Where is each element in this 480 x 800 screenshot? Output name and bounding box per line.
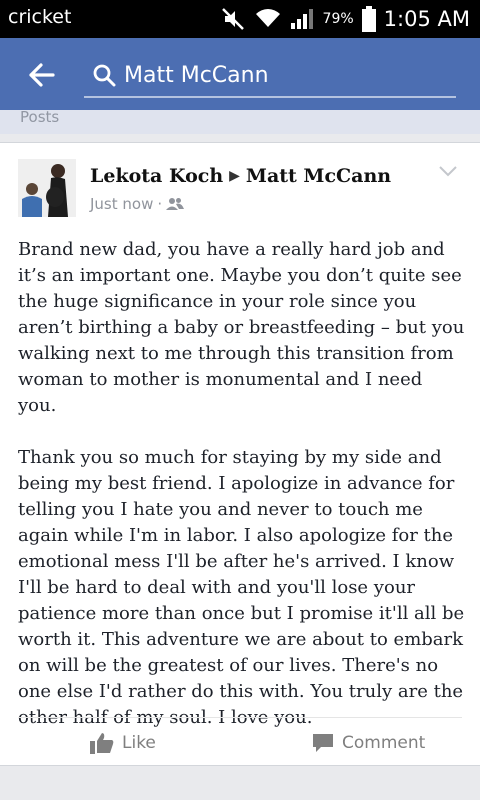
friends-icon — [166, 198, 185, 210]
meta-separator: · — [157, 195, 163, 213]
post-body: Brand new dad, you have a really hard jo… — [18, 237, 466, 757]
thumbs-up-icon — [90, 733, 114, 754]
back-button[interactable] — [26, 60, 56, 90]
search-bar[interactable] — [84, 54, 456, 98]
battery-icon — [361, 6, 376, 32]
section-label: Posts — [20, 108, 60, 126]
author-name[interactable]: Lekota Koch — [90, 165, 223, 187]
target-name[interactable]: Matt McCann — [246, 165, 391, 187]
divider — [18, 717, 462, 718]
post-meta: Just now · — [90, 195, 185, 213]
comment-button[interactable]: Comment — [312, 725, 425, 761]
search-input[interactable] — [124, 56, 444, 94]
section-header — [0, 110, 480, 134]
comment-icon — [313, 734, 333, 752]
next-post-placeholder — [0, 766, 480, 800]
app-bar — [0, 38, 480, 110]
post-paragraph: Brand new dad, you have a really hard jo… — [18, 239, 465, 416]
signal-icon — [290, 9, 313, 29]
post-author-line: Lekota Koch ▶ Matt McCann — [90, 165, 391, 187]
post-options-button[interactable] — [438, 163, 458, 177]
status-bar: cricket 79% 1:05 AM — [0, 0, 480, 38]
search-icon — [93, 64, 116, 87]
carrier-label: cricket — [8, 6, 72, 28]
like-label: Like — [122, 733, 156, 753]
comment-label: Comment — [342, 733, 426, 753]
triangle-right-icon: ▶ — [229, 168, 240, 184]
like-button[interactable]: Like — [90, 725, 156, 761]
post-actions: Like Comment — [0, 725, 480, 761]
avatar[interactable] — [18, 159, 76, 217]
chevron-down-icon — [439, 166, 457, 177]
status-icons: 79% 1:05 AM — [221, 4, 470, 34]
post-timestamp[interactable]: Just now — [90, 195, 153, 213]
post-paragraph: Thank you so much for staying by my side… — [18, 447, 465, 728]
mute-icon — [221, 8, 244, 30]
wifi-icon — [255, 9, 280, 27]
battery-percent: 79% — [322, 11, 354, 27]
clock: 1:05 AM — [383, 7, 470, 31]
post-card: Lekota Koch ▶ Matt McCann Just now · Brand… — [0, 142, 480, 766]
arrow-left-icon — [29, 63, 55, 87]
